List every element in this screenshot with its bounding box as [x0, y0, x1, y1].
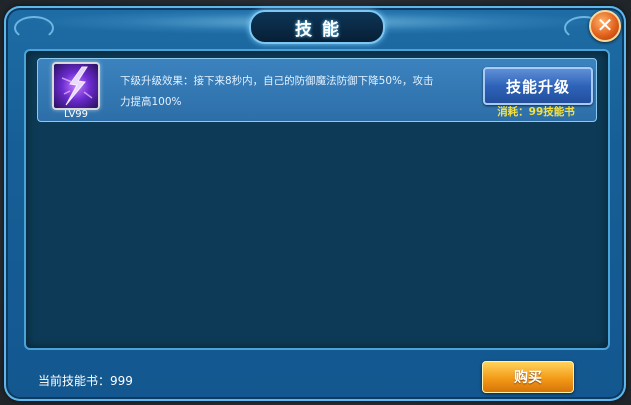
skill-upgrade-button[interactable]: 技能升级 [483, 67, 593, 105]
skill-level: LV99 [63, 109, 89, 120]
lightning-bolt-icon [61, 66, 93, 106]
skill-list[interactable]: LV99 下级升级效果：接下来8秒内，自己的防御魔法防御下降50%，攻击 力提高… [24, 49, 610, 350]
close-button[interactable]: ✕ [589, 10, 621, 42]
skill-row: LV99 下级升级效果：接下来8秒内，自己的防御魔法防御下降50%，攻击 力提高… [37, 58, 597, 122]
skill-description: 下级升级效果：接下来8秒内，自己的防御魔法防御下降50%，攻击 力提高100% [120, 71, 472, 113]
buy-button[interactable]: 购买 [482, 361, 574, 393]
skill-description-line-1: 下级升级效果：接下来8秒内，自己的防御魔法防御下降50%，攻击 [120, 75, 434, 87]
dialog-title: 技能 [295, 19, 349, 40]
skill-description-line-2: 力提高100% [120, 96, 182, 108]
dialog-title-plate: 技能 [249, 10, 385, 44]
left-swirl-ornament [14, 16, 54, 40]
upgrade-cost: 消耗：99技能书 [497, 106, 575, 118]
close-x-icon: ✕ [596, 13, 614, 37]
lightning-skill-icon[interactable] [52, 62, 100, 110]
skill-book-count: 当前技能书：999 [38, 374, 133, 388]
